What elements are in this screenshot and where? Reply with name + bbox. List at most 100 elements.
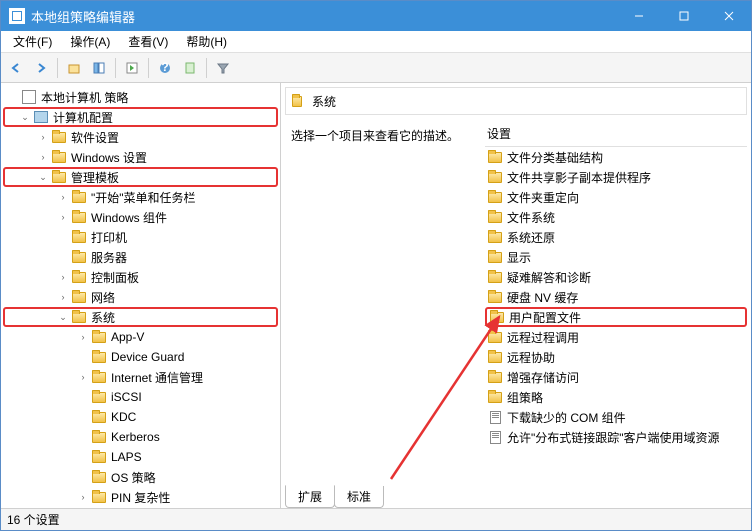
list-item[interactable]: 远程协助 — [485, 347, 747, 367]
tree-item[interactable]: OS 策略 — [3, 467, 278, 487]
tree-label: Kerberos — [111, 430, 160, 444]
tree-root[interactable]: 本地计算机 策略 — [3, 87, 278, 107]
svg-text:?: ? — [161, 61, 168, 74]
list-item-label: 下载缺少的 COM 组件 — [507, 409, 626, 426]
list-item[interactable]: 增强存储访问 — [485, 367, 747, 387]
list-item-label: 文件共享影子副本提供程序 — [507, 169, 651, 186]
tree-label: "开始"菜单和任务栏 — [91, 189, 196, 206]
list-item[interactable]: 文件共享影子副本提供程序 — [485, 167, 747, 187]
help-button[interactable]: ? — [154, 57, 176, 79]
folder-icon — [487, 230, 503, 244]
tree-item[interactable]: Internet 通信管理 — [3, 367, 278, 387]
list-item-label: 增强存储访问 — [507, 369, 579, 386]
list-item[interactable]: 疑难解答和诊断 — [485, 267, 747, 287]
filter-button[interactable] — [212, 57, 234, 79]
folder-icon — [487, 170, 503, 184]
tab-extended[interactable]: 扩展 — [285, 485, 335, 508]
tree-pane[interactable]: 本地计算机 策略 计算机配置 软件设置 Windows 设置 管理模板 "开始"… — [1, 83, 281, 508]
back-button[interactable] — [5, 57, 27, 79]
tree-item[interactable]: App-V — [3, 327, 278, 347]
tree-label: 本地计算机 策略 — [41, 89, 128, 106]
tree-item[interactable]: Kerberos — [3, 427, 278, 447]
tree-label: Windows 组件 — [91, 209, 167, 226]
window-title: 本地组策略编辑器 — [31, 7, 616, 26]
tree-network[interactable]: 网络 — [3, 287, 278, 307]
tree-item[interactable]: PIN 复杂性 — [3, 487, 278, 507]
export-button[interactable] — [121, 57, 143, 79]
tree-windows-components[interactable]: Windows 组件 — [3, 207, 278, 227]
menu-help[interactable]: 帮助(H) — [178, 31, 235, 52]
list-item[interactable]: 文件系统 — [485, 207, 747, 227]
tree-servers[interactable]: 服务器 — [3, 247, 278, 267]
tree-label: Internet 通信管理 — [111, 369, 203, 386]
folder-icon — [91, 430, 107, 444]
menu-action[interactable]: 操作(A) — [62, 31, 118, 52]
list-item[interactable]: 远程过程调用 — [485, 327, 747, 347]
folder-icon — [71, 250, 87, 264]
tree-label: 服务器 — [91, 249, 127, 266]
tree-label: PIN 复杂性 — [111, 489, 170, 506]
folder-icon — [91, 410, 107, 424]
tree-admin-templates[interactable]: 管理模板 — [3, 167, 278, 187]
tree-label: 打印机 — [91, 229, 127, 246]
tree-label: App-V — [111, 330, 144, 344]
properties-button[interactable] — [179, 57, 201, 79]
list-item[interactable]: 用户配置文件 — [485, 307, 747, 327]
tree-item[interactable]: KDC — [3, 407, 278, 427]
menu-file[interactable]: 文件(F) — [5, 31, 60, 52]
tree-item[interactable]: LAPS — [3, 447, 278, 467]
folder-icon — [487, 150, 503, 164]
folder-icon — [487, 330, 503, 344]
folder-icon — [487, 290, 503, 304]
list-item-label: 文件夹重定向 — [507, 189, 579, 206]
tree-system[interactable]: 系统 — [3, 307, 278, 327]
tree-label: OS 策略 — [111, 469, 156, 486]
up-button[interactable] — [63, 57, 85, 79]
show-hide-tree-button[interactable] — [88, 57, 110, 79]
list-item[interactable]: 文件夹重定向 — [485, 187, 747, 207]
tree-label: 控制面板 — [91, 269, 139, 286]
folder-icon — [91, 390, 107, 404]
tree-control-panel[interactable]: 控制面板 — [3, 267, 278, 287]
tree-label: KDC — [111, 410, 136, 424]
list-item-label: 系统还原 — [507, 229, 555, 246]
folder-icon — [71, 290, 87, 304]
list-item[interactable]: 文件分类基础结构 — [485, 147, 747, 167]
tree-label: 计算机配置 — [53, 109, 113, 126]
list-item-label: 允许"分布式链接跟踪"客户端使用域资源 — [507, 429, 720, 446]
list-item-label: 疑难解答和诊断 — [507, 269, 591, 286]
details-header: 系统 — [285, 87, 747, 115]
tree-item[interactable]: iSCSI — [3, 387, 278, 407]
list-item[interactable]: 下载缺少的 COM 组件 — [485, 407, 747, 427]
folder-icon — [487, 190, 503, 204]
document-icon — [487, 410, 503, 424]
menu-view[interactable]: 查看(V) — [120, 31, 176, 52]
forward-button[interactable] — [30, 57, 52, 79]
tree-software-settings[interactable]: 软件设置 — [3, 127, 278, 147]
toolbar-separator — [57, 58, 58, 78]
tree-item[interactable]: Device Guard — [3, 347, 278, 367]
status-bar: 16 个设置 — [1, 508, 751, 530]
tree-windows-settings[interactable]: Windows 设置 — [3, 147, 278, 167]
maximize-button[interactable] — [661, 1, 706, 31]
folder-icon — [91, 490, 107, 504]
minimize-button[interactable] — [616, 1, 661, 31]
column-header[interactable]: 设置 — [485, 121, 747, 147]
list-item[interactable]: 显示 — [485, 247, 747, 267]
list-item[interactable]: 组策略 — [485, 387, 747, 407]
list-item[interactable]: 允许"分布式链接跟踪"客户端使用域资源 — [485, 427, 747, 447]
toolbar-separator — [148, 58, 149, 78]
settings-list[interactable]: 设置 文件分类基础结构文件共享影子副本提供程序文件夹重定向文件系统系统还原显示疑… — [485, 121, 747, 484]
tree-label: 网络 — [91, 289, 115, 306]
list-item[interactable]: 系统还原 — [485, 227, 747, 247]
list-item[interactable]: 硬盘 NV 缓存 — [485, 287, 747, 307]
tree-label: 软件设置 — [71, 129, 119, 146]
tree-computer-config[interactable]: 计算机配置 — [3, 107, 278, 127]
content-area: 本地计算机 策略 计算机配置 软件设置 Windows 设置 管理模板 "开始"… — [1, 83, 751, 508]
folder-icon — [487, 210, 503, 224]
folder-icon — [71, 270, 87, 284]
close-button[interactable] — [706, 1, 751, 31]
tab-standard[interactable]: 标准 — [334, 486, 384, 508]
tree-start-menu[interactable]: "开始"菜单和任务栏 — [3, 187, 278, 207]
tree-printers[interactable]: 打印机 — [3, 227, 278, 247]
